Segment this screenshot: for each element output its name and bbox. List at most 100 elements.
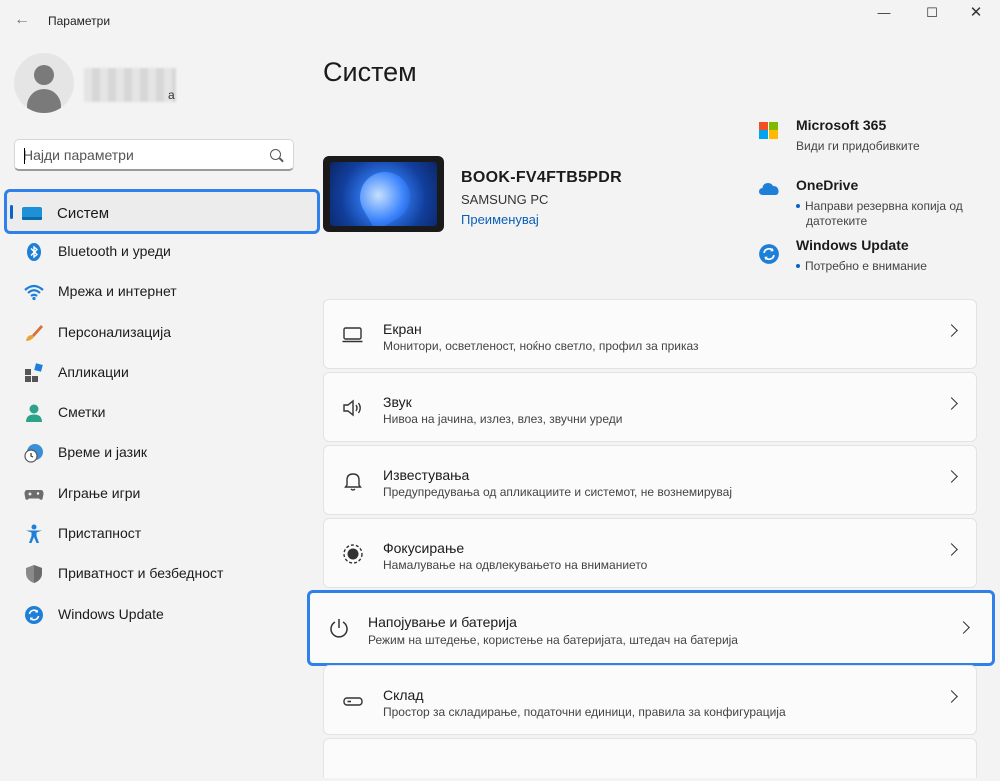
windows-update-icon xyxy=(24,605,44,625)
device-model: SAMSUNG PC xyxy=(461,192,549,207)
device-image xyxy=(323,156,444,232)
card-display[interactable]: Екран Монитори, осветленост, ноќно светл… xyxy=(323,299,977,369)
back-button[interactable]: ← xyxy=(10,8,34,32)
focus-icon xyxy=(342,543,364,565)
chevron-right-icon xyxy=(945,543,958,556)
app-title: Параметри xyxy=(48,14,111,28)
sidebar-item-label: Играње игри xyxy=(58,484,141,501)
minimize-button[interactable]: — xyxy=(862,2,906,24)
power-icon xyxy=(328,617,350,639)
title-bar: ← Параметри — ☐ ✕ xyxy=(0,0,1000,40)
shield-icon xyxy=(24,564,44,584)
avatar-body xyxy=(27,89,61,113)
avatar[interactable] xyxy=(14,53,74,113)
card-sound[interactable]: Звук Нивоа на јачина, излез, влез, звучн… xyxy=(323,372,977,442)
maximize-button[interactable]: ☐ xyxy=(910,2,954,24)
quick-link-onedrive[interactable]: OneDrive Направи резервна копија од дато… xyxy=(758,177,990,228)
avatar-head xyxy=(34,65,54,85)
bluetooth-icon xyxy=(24,242,44,262)
sidebar-item-accessibility[interactable]: Пристапност xyxy=(4,513,320,553)
sidebar-item-label: Windows Update xyxy=(58,605,164,622)
text-cursor xyxy=(24,148,25,164)
quick-link-subtitle: Потребно е внимание xyxy=(796,259,996,274)
status-dot xyxy=(796,263,800,268)
sidebar-item-windows-update[interactable]: Windows Update xyxy=(4,594,320,634)
onedrive-icon xyxy=(758,177,780,199)
page-title: Систем xyxy=(323,57,417,87)
search-input[interactable] xyxy=(23,146,263,164)
device-name: BOOK-FV4FTB5PDR xyxy=(461,169,622,186)
wallpaper-bloom xyxy=(350,162,420,226)
card-storage[interactable]: Склад Простор за складирање, податочни е… xyxy=(323,665,977,735)
sidebar-item-apps[interactable]: Апликации xyxy=(4,352,320,392)
quick-link-subtitle-text: Направи резервна копија од датотеките xyxy=(805,199,963,228)
bell-icon xyxy=(342,470,364,492)
sidebar-item-label: Пристапност xyxy=(58,525,142,542)
sidebar-item-label: Време и јазик xyxy=(58,444,148,461)
sidebar-item-time-language[interactable]: Време и јазик xyxy=(4,432,320,472)
card-title: Известувања xyxy=(383,467,470,483)
card-subtitle: Режим на штедење, користење на батеријат… xyxy=(368,633,738,647)
card-title: Напојување и батерија xyxy=(368,614,517,630)
rename-link[interactable]: Преименувај xyxy=(461,212,539,227)
microsoft-365-icon xyxy=(758,117,780,139)
quick-link-title: Microsoft 365 xyxy=(796,117,887,133)
search-box[interactable] xyxy=(14,139,294,171)
sidebar-item-bluetooth[interactable]: Bluetooth и уреди xyxy=(4,231,320,271)
close-button[interactable]: ✕ xyxy=(954,2,998,24)
storage-icon xyxy=(342,690,364,712)
card-subtitle: Предупредувања од апликациите и системот… xyxy=(383,485,732,499)
chevron-right-icon xyxy=(945,324,958,337)
sidebar-item-accounts[interactable]: Сметки xyxy=(4,392,320,432)
sidebar-item-label: Сметки xyxy=(58,404,106,421)
sidebar-item-network[interactable]: Мрежа и интернет xyxy=(4,271,320,311)
sidebar-item-label: Bluetooth и уреди xyxy=(58,243,171,259)
sidebar-item-personalization[interactable]: Персонализација xyxy=(4,312,320,352)
system-icon xyxy=(21,204,42,224)
speaker-icon xyxy=(342,397,364,419)
quick-link-subtitle-text: Потребно е внимание xyxy=(805,259,927,273)
accessibility-icon xyxy=(24,524,44,544)
sidebar-item-label: Приватност и безбедност xyxy=(58,565,224,582)
chevron-right-icon xyxy=(945,690,958,703)
settings-list: Екран Монитори, осветленост, ноќно светл… xyxy=(307,299,995,781)
sidebar-item-privacy-security[interactable]: Приватност и безбедност xyxy=(4,553,320,593)
card-focus[interactable]: Фокусирање Намалување на одвлекувањето н… xyxy=(323,518,977,588)
card-next-partial[interactable] xyxy=(323,738,977,778)
sidebar-item-label: Мрежа и интернет xyxy=(58,283,177,300)
card-power-battery[interactable]: Напојување и батерија Режим на штедење, … xyxy=(307,590,995,666)
sidebar-item-system[interactable]: Систем xyxy=(4,189,320,234)
account-icon xyxy=(24,403,44,423)
chevron-right-icon xyxy=(945,397,958,410)
wifi-icon xyxy=(24,282,44,302)
quick-link-microsoft-365[interactable]: Microsoft 365 Види ги придобивките xyxy=(758,117,990,157)
display-icon xyxy=(342,324,364,346)
gamepad-icon xyxy=(24,484,44,504)
search-icon[interactable] xyxy=(270,149,281,160)
card-notifications[interactable]: Известувања Предупредувања од апликациит… xyxy=(323,445,977,515)
card-subtitle: Простор за складирање, податочни единици… xyxy=(383,705,786,719)
card-subtitle: Монитори, осветленост, ноќно светло, про… xyxy=(383,339,699,353)
card-title: Фокусирање xyxy=(383,540,465,556)
sidebar-item-label: Апликации xyxy=(58,363,129,380)
user-name-redacted xyxy=(84,68,176,102)
sidebar-item-label: Персонализација xyxy=(58,323,172,340)
quick-link-title: OneDrive xyxy=(796,177,859,193)
card-title: Екран xyxy=(383,321,422,337)
quick-link-subtitle: Направи резервна копија од датотеките xyxy=(796,199,996,229)
quick-link-title: Windows Update xyxy=(796,237,909,253)
device-wallpaper xyxy=(330,162,437,226)
windows-update-icon xyxy=(758,237,780,264)
quick-link-windows-update[interactable]: Windows Update Потребно е внимание xyxy=(758,237,990,277)
card-subtitle: Намалување на одвлекувањето на вниманиет… xyxy=(383,558,648,572)
active-indicator xyxy=(10,205,13,219)
card-title: Звук xyxy=(383,394,412,410)
card-subtitle: Нивоа на јачина, излез, влез, звучни уре… xyxy=(383,412,623,426)
sidebar-item-gaming[interactable]: Играње игри xyxy=(4,473,320,513)
status-dot xyxy=(796,203,800,208)
card-title: Склад xyxy=(383,687,424,703)
quick-link-subtitle: Види ги придобивките xyxy=(796,139,920,153)
sidebar-item-label: Систем xyxy=(57,205,110,222)
chevron-right-icon xyxy=(945,470,958,483)
clock-globe-icon xyxy=(24,443,44,464)
